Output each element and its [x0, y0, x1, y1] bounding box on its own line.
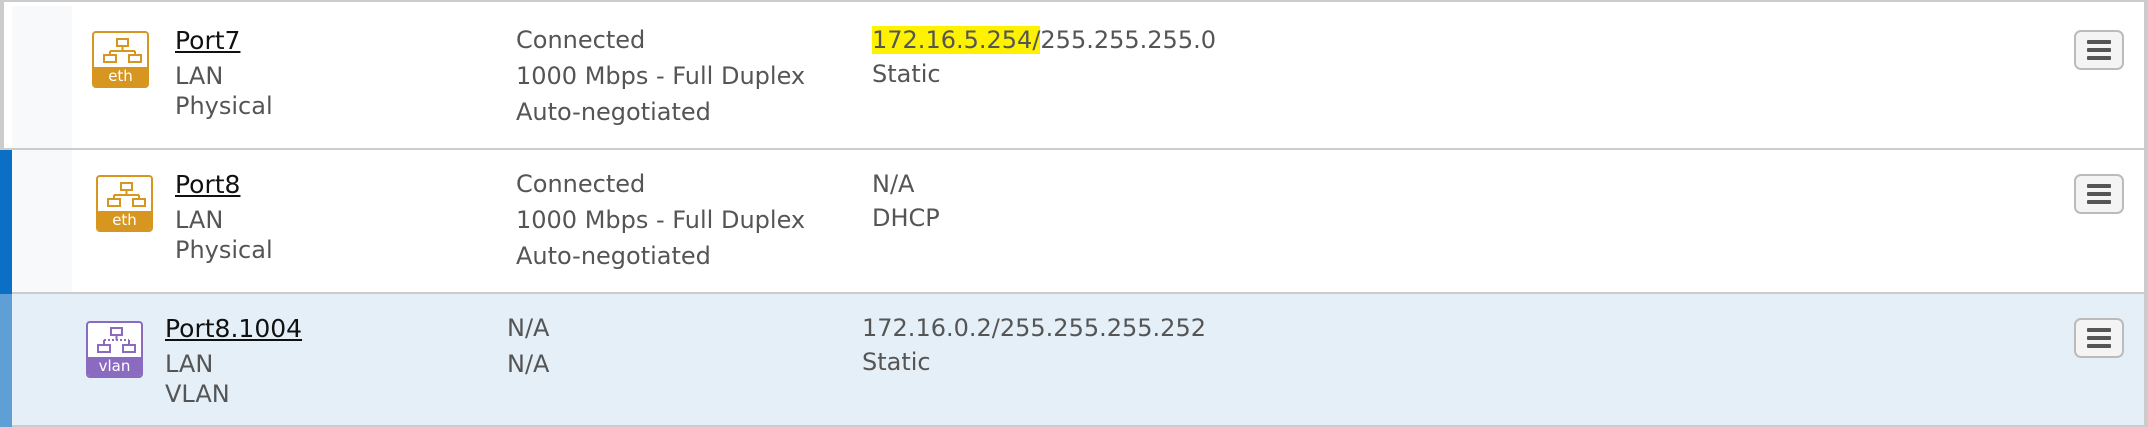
status-text: N/A: [507, 314, 550, 342]
table-row[interactable]: eth Port8 LAN Physical Connected 1000 Mb…: [0, 150, 2144, 294]
type-text: Physical: [175, 92, 273, 120]
ip-netmask: 172.16.0.2/255.255.255.252: [862, 314, 1206, 342]
row-menu-button[interactable]: [2074, 174, 2124, 214]
table-row[interactable]: vlan Port8.1004 LAN VLAN N/A N/A 172.16.…: [0, 294, 2144, 427]
selected-indicator: [0, 294, 12, 427]
interface-name-link[interactable]: Port7: [175, 26, 240, 55]
icon-label: eth: [94, 67, 147, 86]
ip-mode-text: Static: [872, 60, 941, 88]
vlan-icon: vlan: [86, 321, 143, 378]
row-gutter: [12, 6, 72, 148]
zone-text: LAN: [175, 206, 224, 234]
status-text: Connected: [516, 26, 646, 54]
negotiation-text: Auto-negotiated: [516, 242, 711, 270]
speed-text: 1000 Mbps - Full Duplex: [516, 62, 806, 90]
row-menu-button[interactable]: [2074, 318, 2124, 358]
negotiation-text: Auto-negotiated: [516, 98, 711, 126]
type-text: VLAN: [165, 380, 230, 408]
ip-address: N/A: [872, 170, 914, 198]
row-menu-button[interactable]: [2074, 30, 2124, 70]
ip-mode-text: DHCP: [872, 204, 940, 232]
ip-address: 172.16.0.2/255.255.255.252: [862, 314, 1206, 342]
status-text: Connected: [516, 170, 646, 198]
interfaces-table: eth Port7 LAN Physical Connected 1000 Mb…: [0, 0, 2148, 427]
ip-mode-text: Static: [862, 348, 931, 376]
ethernet-icon: eth: [96, 175, 153, 232]
ip-netmask: N/A: [872, 170, 915, 198]
vlan-diagram-icon: [97, 327, 136, 353]
row-gutter: [12, 150, 72, 292]
table-row[interactable]: eth Port7 LAN Physical Connected 1000 Mb…: [4, 0, 2144, 150]
speed-text: 1000 Mbps - Full Duplex: [516, 206, 806, 234]
divider: [4, 0, 2144, 2]
selected-indicator: [0, 150, 12, 294]
ethernet-icon: eth: [92, 31, 149, 88]
ip-netmask: 255.255.255.0: [1040, 26, 1216, 54]
network-diagram-icon: [107, 182, 146, 207]
icon-label: vlan: [88, 357, 141, 376]
network-diagram-icon: [103, 38, 142, 63]
speed-text: N/A: [507, 350, 550, 378]
icon-label: eth: [98, 211, 151, 230]
type-text: Physical: [175, 236, 273, 264]
zone-text: LAN: [175, 62, 224, 90]
ip-address: 172.16.5.254/255.255.255.0: [872, 26, 1216, 54]
zone-text: LAN: [165, 350, 214, 378]
interface-name-link[interactable]: Port8.1004: [165, 314, 302, 343]
interface-name-link[interactable]: Port8: [175, 170, 240, 199]
ip-highlight: 172.16.5.254/: [872, 26, 1041, 54]
